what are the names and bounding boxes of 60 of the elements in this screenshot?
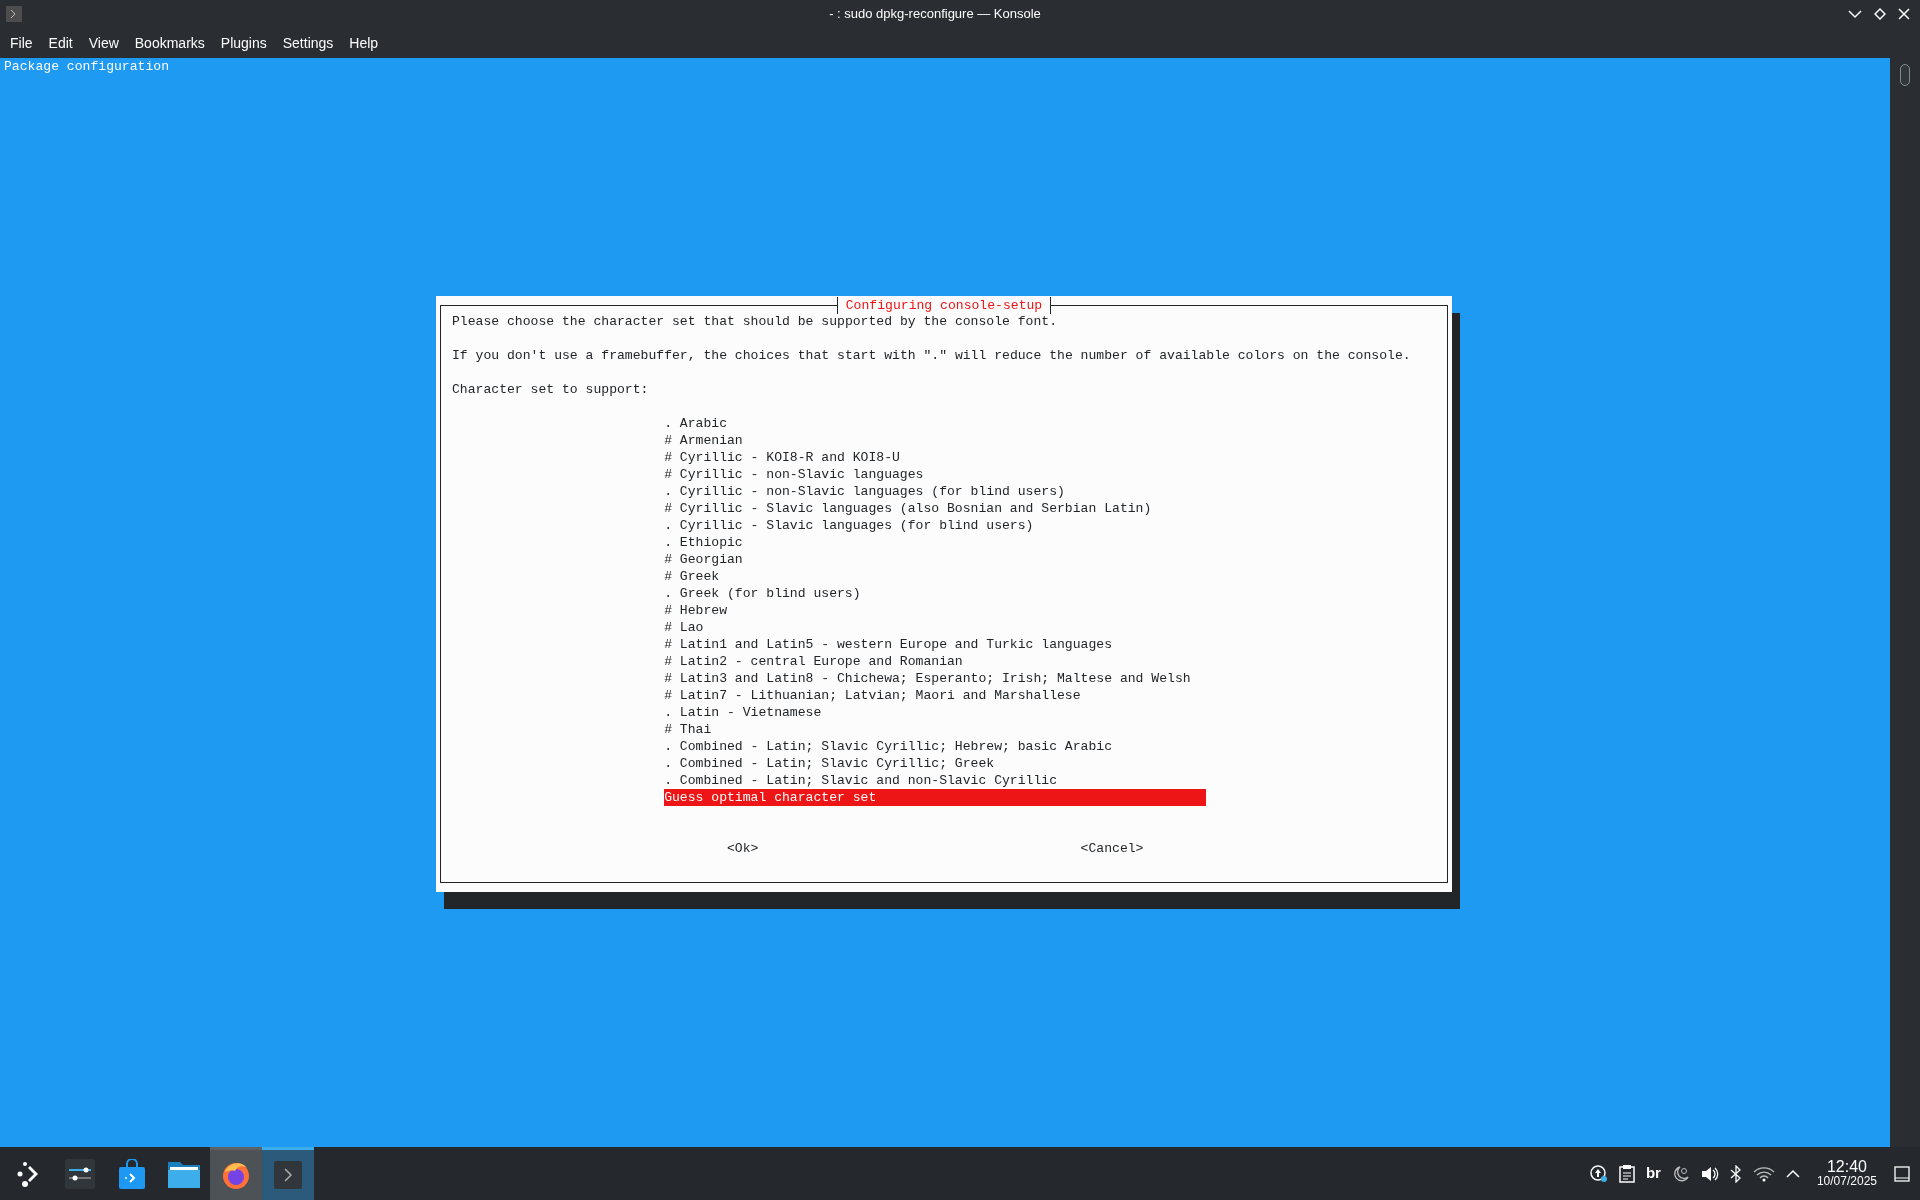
show-desktop-icon[interactable] bbox=[1894, 1165, 1910, 1182]
option-item[interactable]: Guess optimal character set bbox=[664, 789, 1207, 806]
menu-item[interactable]: Plugins bbox=[212, 32, 275, 54]
chevron-down-icon[interactable] bbox=[1848, 9, 1862, 19]
sliders-icon bbox=[65, 1158, 95, 1189]
option-item[interactable]: . Latin - Vietnamese bbox=[664, 704, 1207, 721]
scrollbar-handle[interactable] bbox=[1900, 64, 1910, 86]
option-item[interactable]: # Georgian bbox=[664, 551, 1207, 568]
fox-globe-icon bbox=[221, 1160, 251, 1190]
terminal-icon bbox=[6, 6, 22, 22]
option-item[interactable]: # Greek bbox=[664, 568, 1207, 585]
menu-item[interactable]: File bbox=[2, 32, 41, 54]
chevron-up-icon[interactable] bbox=[1785, 1168, 1800, 1179]
clock-time[interactable]: 12:40 bbox=[1826, 1158, 1867, 1174]
dialog-text: Character set to support: bbox=[452, 381, 650, 398]
menu-item[interactable]: Bookmarks bbox=[126, 32, 213, 54]
clipboard-icon[interactable] bbox=[1618, 1164, 1635, 1183]
option-item[interactable]: . Combined - Latin; Slavic and non-Slavic Cyrillic bbox=[664, 772, 1207, 789]
wifi-icon[interactable] bbox=[1752, 1165, 1775, 1182]
option-item[interactable]: # Cyrillic - Slavic languages (also Bosnian and Serbian Latin) bbox=[664, 500, 1207, 517]
window-title: - : sudo dpkg-reconfigure — Konsole bbox=[829, 5, 1041, 24]
bluetooth-icon[interactable] bbox=[1729, 1164, 1742, 1183]
dialog-text: Please choose the character set that should be supported by the console font. bbox=[452, 313, 1059, 330]
dialog-button[interactable]: <Cancel> bbox=[1080, 840, 1144, 857]
update-icon[interactable] bbox=[1589, 1164, 1608, 1183]
folder-icon bbox=[168, 1159, 200, 1188]
option-item[interactable]: . Combined - Latin; Slavic Cyrillic; Greek bbox=[664, 755, 1207, 772]
option-item[interactable]: . Combined - Latin; Slavic Cyrillic; Hebrew; basic Arabic bbox=[664, 738, 1207, 755]
option-item[interactable]: # Lao bbox=[664, 619, 1207, 636]
option-item[interactable]: # Latin1 and Latin5 - western Europe and Turkic languages bbox=[664, 636, 1207, 653]
menu-item[interactable]: Edit bbox=[40, 32, 81, 54]
option-item[interactable]: # Latin2 - central Europe and Romanian bbox=[664, 653, 1207, 670]
option-item[interactable]: # Latin7 - Lithuanian; Latvian; Maori and Marshallese bbox=[664, 687, 1207, 704]
keyboard-layout[interactable]: br bbox=[1645, 1162, 1661, 1185]
option-item[interactable]: . Cyrillic - Slavic languages (for blind users) bbox=[664, 517, 1207, 534]
option-item[interactable]: . Arabic bbox=[664, 415, 1207, 432]
option-item[interactable]: # Latin3 and Latin8 - Chichewa; Esperanto; Irish; Maltese and Welsh bbox=[664, 670, 1207, 687]
option-item[interactable]: # Cyrillic - KOI8-R and KOI8-U bbox=[664, 449, 1207, 466]
dialog-button[interactable]: <Ok> bbox=[727, 840, 759, 857]
option-item[interactable]: . Ethiopic bbox=[664, 534, 1207, 551]
menu-item[interactable]: Settings bbox=[274, 32, 342, 54]
clock-date[interactable]: 10/07/2025 bbox=[1816, 1173, 1877, 1189]
option-item[interactable]: # Thai bbox=[664, 721, 1207, 738]
close-icon[interactable] bbox=[1898, 8, 1910, 20]
menu-item[interactable]: Help bbox=[341, 32, 387, 54]
diamond-icon[interactable] bbox=[1874, 8, 1886, 20]
app-launcher-icon bbox=[15, 1160, 41, 1187]
terminal-header: Package configuration bbox=[4, 58, 170, 75]
option-item[interactable]: # Armenian bbox=[664, 432, 1207, 449]
option-item[interactable]: # Hebrew bbox=[664, 602, 1207, 619]
option-item[interactable]: # Cyrillic - non-Slavic languages bbox=[664, 466, 1207, 483]
terminal-icon bbox=[274, 1161, 302, 1189]
volume-icon[interactable] bbox=[1700, 1164, 1719, 1183]
shopping-bag-icon bbox=[118, 1158, 146, 1189]
option-item[interactable]: . Cyrillic - non-Slavic languages (for blind users) bbox=[664, 483, 1207, 500]
option-item[interactable]: . Greek (for blind users) bbox=[664, 585, 1207, 602]
moon-bulb-icon[interactable] bbox=[1671, 1164, 1690, 1183]
menu-item[interactable]: View bbox=[80, 32, 127, 54]
dialog-title: Configuring console-setup bbox=[836, 297, 1052, 314]
dialog-text: If you don't use a framebuffer, the choices that start with "." will reduce the number of available colors on the console. bbox=[452, 347, 1412, 364]
